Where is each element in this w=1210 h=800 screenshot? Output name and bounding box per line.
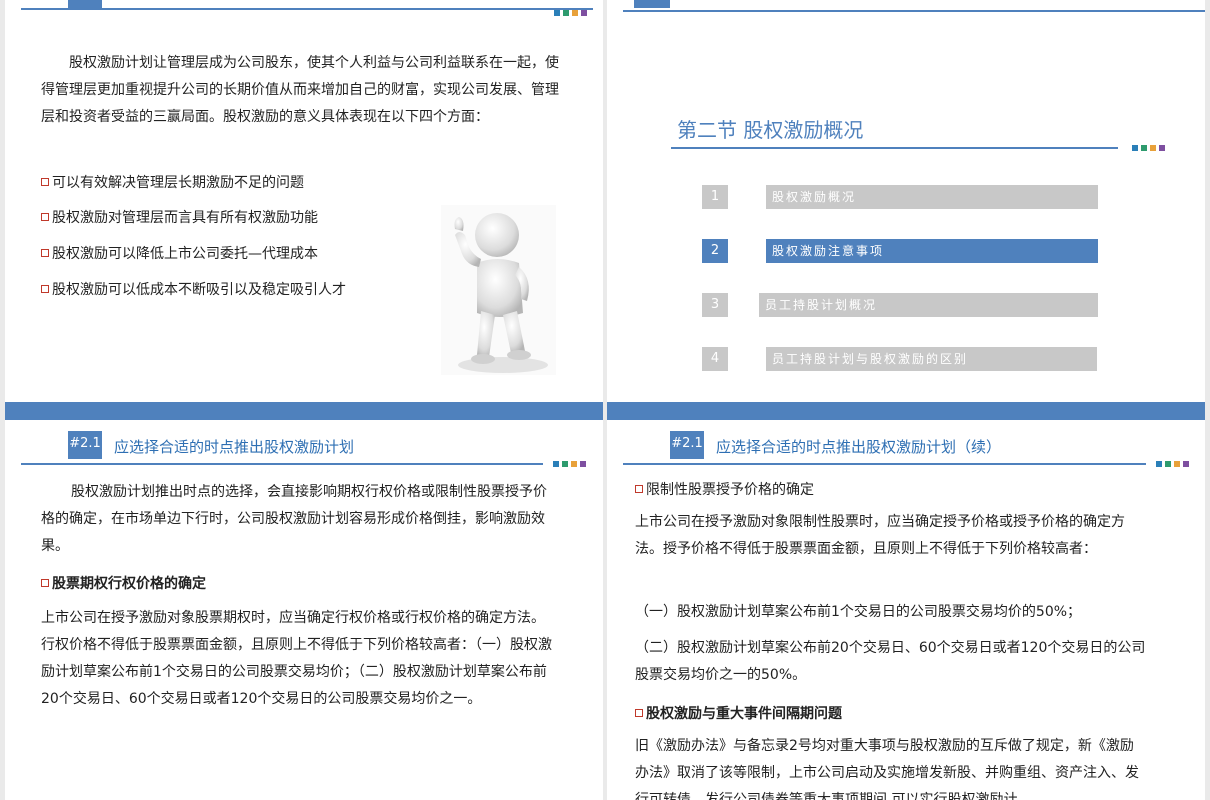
deco-square [580,461,586,467]
list-item: （二）股权激励计划草案公布前20个交易日、60个交易日或者120个交易日的公司股… [635,640,1146,683]
bullet-square-icon [41,178,49,186]
toc-item-4[interactable]: 员工持股计划与股权激励的区别 [766,347,1097,371]
bullet-item: 股权激励对管理层而言具有所有权激励功能 [41,207,318,227]
toc-number: 2 [702,239,728,263]
slide-2[interactable]: 第二节 股权激励概况 1 股权激励概况 2 股权激励注意事项 3 员工持股计划概… [607,0,1205,402]
deco-square [572,10,578,16]
deco-square [1159,145,1165,151]
title-underline [21,463,543,465]
deco-square [563,10,569,16]
deco-square [581,10,587,16]
slide-4[interactable]: #2.1 应选择合适的时点推出股权激励计划（续） 限制性股票授予价格的确定 上市… [607,420,1205,800]
deco-square [1183,461,1189,467]
deco-square [1156,461,1162,467]
deco-square [562,461,568,467]
toc-number: 1 [702,185,728,209]
toc-item-3[interactable]: 员工持股计划概况 [759,293,1098,317]
slide-title: 应选择合适的时点推出股权激励计划 [114,438,355,456]
slide-divider-band [5,402,603,420]
intro-paragraph: 股权激励计划让管理层成为公司股东，使其个人利益与公司利益联系在一起，使得管理层更… [41,55,559,125]
bullet-item: 可以有效解决管理层长期激励不足的问题 [41,172,304,192]
slide-divider-band [607,402,1205,420]
thumbs-up-figure-illustration [441,205,556,375]
bullet-item: 股权激励可以降低上市公司委托—代理成本 [41,243,318,263]
slide-tag [634,0,670,8]
deco-square [1165,461,1171,467]
body-paragraph: 上市公司在授予激励对象限制性股票时，应当确定授予价格或授予价格的确定方法。授予价… [635,514,1125,557]
toc-item-2-active[interactable]: 股权激励注意事项 [766,239,1098,263]
bullet-square-icon [635,709,643,717]
title-underline [21,8,593,10]
deco-square [1174,461,1180,467]
deco-square [1132,145,1138,151]
toc-number: 3 [702,293,728,317]
bullet-square-icon [635,485,643,493]
deco-square [554,10,560,16]
slide-3[interactable]: #2.1 应选择合适的时点推出股权激励计划 股权激励计划推出时点的选择，会直接影… [5,420,603,800]
sub-heading: 股权激励与重大事件间隔期问题 [635,703,842,723]
slide-1[interactable]: 股权激励计划让管理层成为公司股东，使其个人利益与公司利益联系在一起，使得管理层更… [5,0,603,402]
bullet-square-icon [41,249,49,257]
slide-tag [68,0,102,8]
sub-heading: 股票期权行权价格的确定 [41,573,206,593]
deco-square [553,461,559,467]
title-underline [623,10,1205,12]
intro-paragraph: 股权激励计划推出时点的选择，会直接影响期权行权价格或限制性股票授予价格的确定，在… [41,484,547,554]
list-item: （一）股权激励计划草案公布前1个交易日的公司股票交易均价的50%； [635,604,1082,620]
bullet-square-icon [41,285,49,293]
slide-title: 应选择合适的时点推出股权激励计划（续） [716,438,1002,456]
sub-heading: 限制性股票授予价格的确定 [635,479,814,499]
bullet-item: 股权激励可以低成本不断吸引以及稳定吸引人才 [41,279,346,299]
title-underline [623,463,1146,465]
bullet-square-icon [41,579,49,587]
toc-number: 4 [702,347,728,371]
section-underline [671,147,1118,149]
section-tag: #2.1 [670,431,704,459]
bullet-square-icon [41,213,49,221]
body-paragraph: 上市公司在授予激励对象股票期权时，应当确定行权价格或行权价格的确定方法。行权价格… [41,610,552,707]
body-paragraph: 旧《激励办法》与备忘录2号均对重大事项与股权激励的互斥做了规定，新《激励办法》取… [635,738,1139,800]
deco-square [1141,145,1147,151]
deco-square [1150,145,1156,151]
deco-square [571,461,577,467]
section-tag: #2.1 [68,431,102,459]
section-title: 第二节 股权激励概况 [677,118,864,142]
toc-item-1[interactable]: 股权激励概况 [766,185,1098,209]
